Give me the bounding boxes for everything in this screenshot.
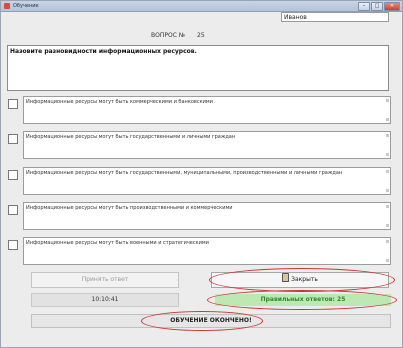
app-window: Обучение – □ ✕ Иванов ВОПРОС № 25 Назови… bbox=[0, 0, 403, 348]
answer-text: Информационные ресурсы могут быть госуда… bbox=[23, 131, 391, 159]
close-window-button[interactable]: ✕ bbox=[384, 2, 400, 11]
answer-scrollbar[interactable] bbox=[386, 170, 389, 192]
window-controls: – □ ✕ bbox=[358, 2, 400, 11]
answer-label: Информационные ресурсы могут быть произв… bbox=[26, 205, 233, 211]
answer-text: Информационные ресурсы могут быть произв… bbox=[23, 202, 391, 230]
answer-checkbox[interactable] bbox=[8, 99, 18, 109]
minimize-button[interactable]: – bbox=[358, 2, 370, 11]
answer-row: Информационные ресурсы могут быть коммер… bbox=[7, 96, 391, 124]
question-number-label: ВОПРОС № bbox=[151, 32, 186, 39]
student-name-field[interactable]: Иванов bbox=[281, 12, 389, 22]
training-finished-banner: ОБУЧЕНИЕ ОКОНЧЕНО! bbox=[31, 314, 391, 328]
answer-label: Информационные ресурсы могут быть госуда… bbox=[26, 134, 236, 140]
answer-label: Информационные ресурсы могут быть военны… bbox=[26, 240, 209, 246]
close-button-label: Закрыть bbox=[291, 276, 318, 283]
timer-display: 10:10:41 bbox=[31, 293, 179, 307]
answer-text: Информационные ресурсы могут быть военны… bbox=[23, 237, 391, 265]
title-bar: Обучение – □ ✕ bbox=[1, 1, 402, 12]
close-button[interactable]: Закрыть bbox=[211, 272, 389, 288]
answer-checkbox[interactable] bbox=[8, 134, 18, 144]
answer-checkbox[interactable] bbox=[8, 205, 18, 215]
window-title: Обучение bbox=[13, 3, 39, 9]
answer-checkbox[interactable] bbox=[8, 170, 18, 180]
question-text: Назовите разновидности информационных ре… bbox=[7, 45, 389, 91]
answer-checkbox[interactable] bbox=[8, 240, 18, 250]
correct-answers-count: Правильных ответов: 25 bbox=[215, 294, 391, 306]
answer-scrollbar[interactable] bbox=[386, 134, 389, 156]
answer-row: Информационные ресурсы могут быть произв… bbox=[7, 202, 391, 230]
answer-scrollbar[interactable] bbox=[386, 240, 389, 262]
maximize-button[interactable]: □ bbox=[371, 2, 383, 11]
answer-label: Информационные ресурсы могут быть коммер… bbox=[26, 99, 213, 105]
answer-row: Информационные ресурсы могут быть военны… bbox=[7, 237, 391, 265]
answer-row: Информационные ресурсы могут быть госуда… bbox=[7, 131, 391, 159]
accept-answer-button[interactable]: Принять ответ bbox=[31, 272, 179, 288]
answer-scrollbar[interactable] bbox=[386, 99, 389, 121]
answer-text: Информационные ресурсы могут быть коммер… bbox=[23, 96, 391, 124]
door-icon bbox=[282, 273, 290, 282]
answer-text: Информационные ресурсы могут быть госуда… bbox=[23, 167, 391, 195]
app-icon bbox=[4, 3, 10, 9]
answer-row: Информационные ресурсы могут быть госуда… bbox=[7, 167, 391, 195]
answer-label: Информационные ресурсы могут быть госуда… bbox=[26, 170, 343, 176]
question-number: 25 bbox=[197, 32, 205, 39]
answer-scrollbar[interactable] bbox=[386, 205, 389, 227]
